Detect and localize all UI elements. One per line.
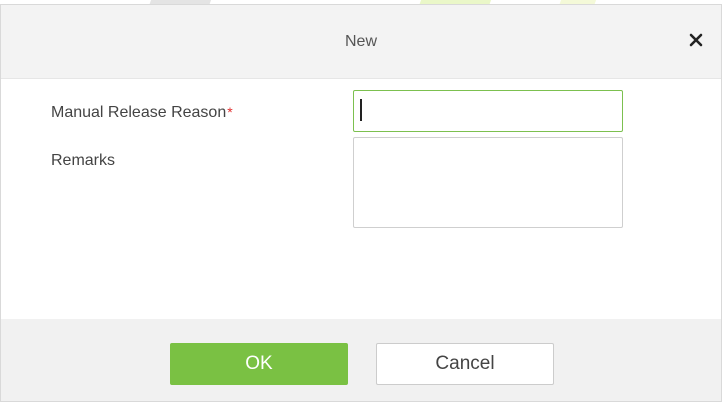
manual-release-reason-label-text: Manual Release Reason bbox=[51, 104, 227, 121]
new-dialog: New Manual Release Reason* Remarks OK Ca… bbox=[0, 4, 722, 402]
dialog-footer: OK Cancel bbox=[1, 319, 721, 401]
text-cursor bbox=[360, 99, 362, 121]
cancel-button[interactable]: Cancel bbox=[376, 343, 554, 385]
manual-release-reason-label: Manual Release Reason* bbox=[51, 104, 233, 122]
manual-release-reason-input[interactable] bbox=[353, 90, 623, 132]
dialog-header: New bbox=[1, 5, 721, 79]
close-icon[interactable] bbox=[685, 29, 707, 51]
ok-button[interactable]: OK bbox=[170, 343, 348, 385]
remarks-label: Remarks bbox=[51, 152, 116, 169]
remarks-textarea[interactable] bbox=[353, 137, 623, 228]
required-marker: * bbox=[227, 104, 233, 120]
dialog-title: New bbox=[344, 33, 377, 50]
